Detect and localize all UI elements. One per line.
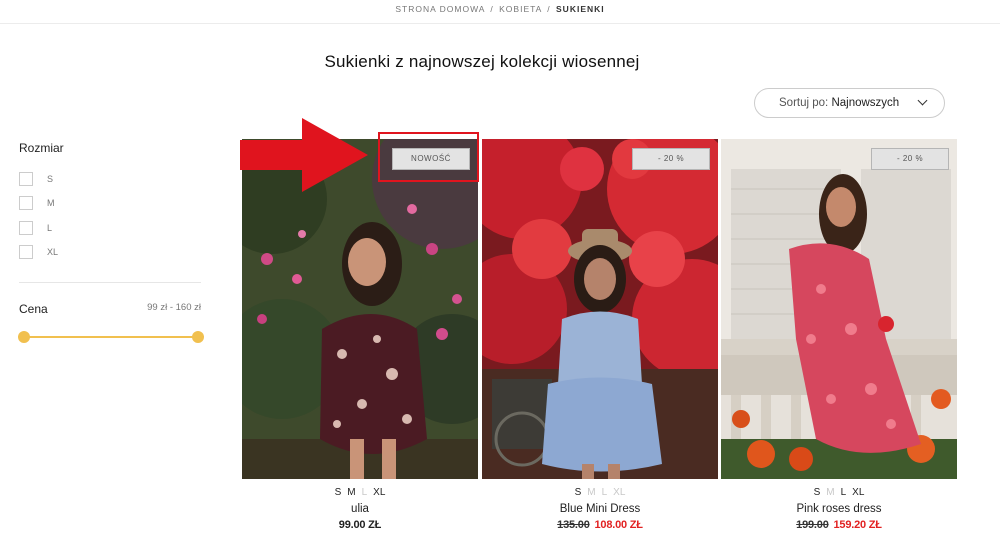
product-image[interactable]: - 20 %: [721, 139, 957, 479]
product-sizes: S M L XL: [721, 487, 957, 498]
price-filter-title: Cena: [19, 302, 48, 316]
size-unavailable: L: [601, 487, 608, 498]
size-option-s[interactable]: S: [19, 172, 53, 186]
current-price: 99.00 ZŁ: [338, 519, 382, 531]
size-checkbox[interactable]: [19, 172, 33, 186]
old-price: 135.00: [557, 519, 590, 531]
size-unavailable: L: [361, 487, 368, 498]
size-available[interactable]: XL: [852, 487, 864, 498]
size-unavailable: XL: [613, 487, 626, 498]
filter-divider: [19, 282, 201, 283]
size-checkbox[interactable]: [19, 245, 33, 259]
breadcrumb: STRONA DOMOWA / KOBIETA / SUKIENKI: [0, 0, 1000, 24]
sort-label: Sortuj po:: [779, 97, 829, 109]
sort-dropdown[interactable]: Sortuj po: Najnowszych: [754, 88, 945, 118]
discount-badge: - 20 %: [871, 148, 949, 170]
breadcrumb-current: SUKIENKI: [556, 4, 605, 14]
size-filter-title: Rozmiar: [19, 141, 64, 155]
old-price: 199.00: [796, 519, 829, 531]
product-name[interactable]: ulia: [242, 503, 478, 515]
breadcrumb-separator: /: [547, 4, 551, 14]
price-slider-track[interactable]: [24, 336, 198, 338]
size-available[interactable]: L: [841, 487, 847, 498]
size-option-m[interactable]: M: [19, 196, 55, 210]
sale-price: 108.00 ZŁ: [594, 519, 643, 531]
product-image[interactable]: NOWOŚĆ: [242, 139, 478, 479]
size-available[interactable]: XL: [373, 487, 385, 498]
product-sizes: S M L XL: [482, 487, 718, 498]
page-title: Sukienki z najnowszej kolekcji wiosennej: [324, 52, 640, 71]
breadcrumb-women[interactable]: KOBIETA: [499, 4, 542, 14]
size-option-label: M: [47, 198, 55, 208]
size-checkbox[interactable]: [19, 221, 33, 235]
size-option-label: L: [47, 223, 53, 233]
size-option-l[interactable]: L: [19, 221, 52, 235]
size-checkbox[interactable]: [19, 196, 33, 210]
new-badge: NOWOŚĆ: [392, 148, 470, 170]
price-slider-max-handle[interactable]: [192, 331, 204, 343]
product-photo-blue-dress: [482, 139, 718, 479]
size-available[interactable]: M: [347, 487, 355, 498]
size-available[interactable]: S: [335, 487, 342, 498]
breadcrumb-separator: /: [490, 4, 494, 14]
product-card[interactable]: - 20 % S M L XL Blue Mini Dress 135.00 108.…: [482, 139, 718, 531]
product-card[interactable]: - 20 % S M L XL Pink roses dress 199.00 159…: [721, 139, 957, 531]
product-photo-pink-dress: [721, 139, 957, 479]
sale-price: 159.20 ZŁ: [833, 519, 882, 531]
price-slider-min-handle[interactable]: [18, 331, 30, 343]
size-available[interactable]: S: [814, 487, 821, 498]
product-price: 199.00 159.20 ZŁ: [721, 519, 957, 531]
product-photo-floral-dress: [242, 139, 478, 479]
size-unavailable: M: [587, 487, 596, 498]
product-price: 135.00 108.00 ZŁ: [482, 519, 718, 531]
product-image[interactable]: - 20 %: [482, 139, 718, 479]
size-option-label: XL: [47, 247, 59, 257]
product-price: 99.00 ZŁ: [242, 519, 478, 531]
size-unavailable: M: [826, 487, 835, 498]
product-name[interactable]: Pink roses dress: [721, 503, 957, 515]
discount-badge: - 20 %: [632, 148, 710, 170]
sort-value: Najnowszych: [831, 97, 900, 109]
breadcrumb-home[interactable]: STRONA DOMOWA: [395, 4, 485, 14]
chevron-down-icon: [917, 95, 928, 106]
product-card[interactable]: NOWOŚĆ S M L XL ulia 99.00 ZŁ: [242, 139, 478, 531]
product-name[interactable]: Blue Mini Dress: [482, 503, 718, 515]
size-option-label: S: [47, 174, 54, 184]
size-option-xl[interactable]: XL: [19, 245, 58, 259]
price-range-value: 99 zł - 160 zł: [147, 302, 201, 313]
size-available[interactable]: S: [575, 487, 582, 498]
product-sizes: S M L XL: [242, 487, 478, 498]
